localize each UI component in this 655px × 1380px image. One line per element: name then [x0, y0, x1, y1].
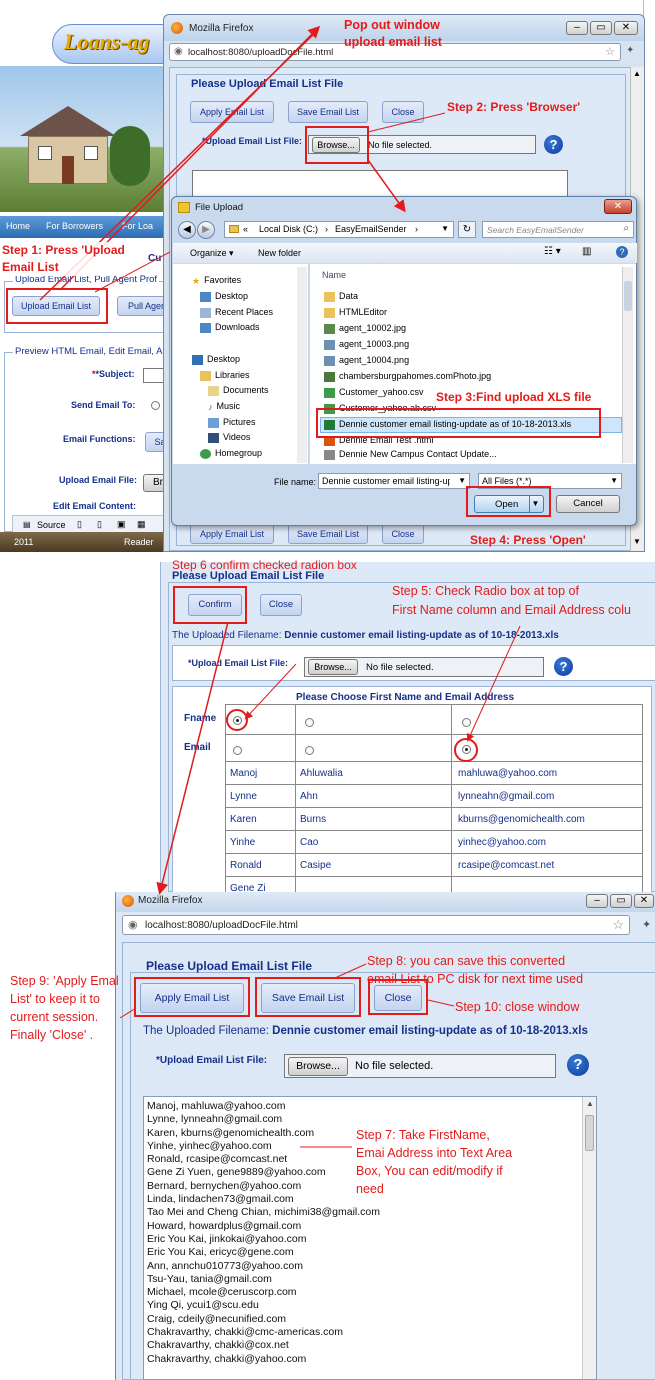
annotation-step5: Step 5: Check Radio box at top of First … — [392, 584, 631, 617]
annotation-step7: Step 7: Take FirstName, Emai Address int… — [356, 1128, 513, 1196]
annotation-step6: Step 6 confirm checked radion box — [172, 558, 357, 572]
annotation-step8: Step 8: you can save this converted emai… — [367, 954, 584, 986]
annotation-step2: Step 2: Press 'Browser' — [447, 100, 581, 114]
annotation-step9: Step 9: 'Apply Emal List' to keep it to … — [10, 974, 119, 1042]
annotation-arrows — [39, 25, 521, 1148]
annotation-popout: Pop out window upload email list — [344, 18, 442, 49]
annotation-step1: Step 1: Press 'Upload Email List — [2, 242, 125, 276]
annotation-step3: Step 3:Find upload XLS file — [436, 390, 592, 404]
annotation-step10: Step 10: close window — [455, 1000, 580, 1014]
annotation-step4: Step 4: Press 'Open' — [470, 533, 586, 547]
